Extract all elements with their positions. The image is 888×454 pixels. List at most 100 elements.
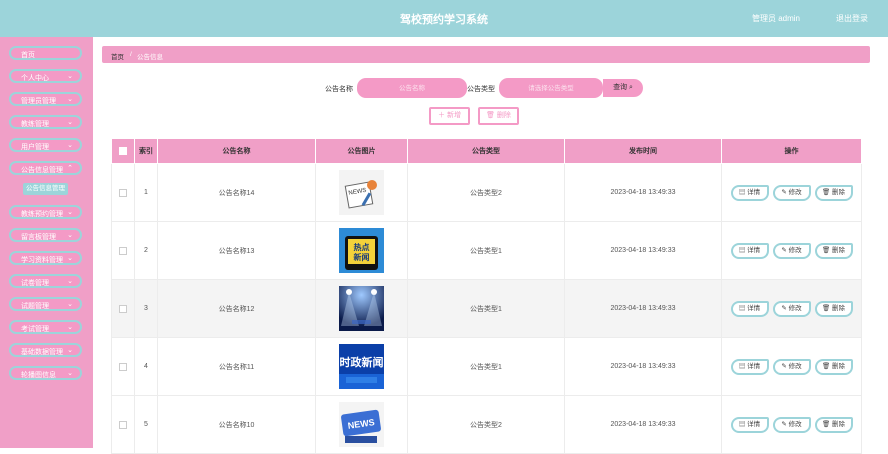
- sidebar-item-notice[interactable]: 公告信息管理 ⌃: [9, 161, 82, 175]
- current-user: 管理员 admin: [751, 14, 800, 23]
- news-key-icon: NEWS: [316, 402, 407, 447]
- edit-button[interactable]: ✎ 修改: [772, 300, 811, 317]
- chevron-down-icon: ⌄: [67, 209, 73, 216]
- svg-text:新闻: 新闻: [354, 252, 370, 262]
- edit-button[interactable]: ✎ 修改: [772, 184, 811, 201]
- breadcrumb: 首页 / 公告信息: [102, 46, 870, 63]
- chevron-down-icon: ⌄: [67, 142, 73, 149]
- sidebar-item-basic-data[interactable]: 基础数据管理 ⌄: [9, 343, 82, 357]
- notice-name-label: 公告名称: [325, 86, 353, 93]
- table-row: 1 公告名称14 NEWS 公告类型2 2023-04-18 13:49:33 ▤ 详情 ✎…: [111, 163, 862, 222]
- row-time: 2023-04-18 13:49:33: [564, 221, 722, 280]
- sidebar-item-messages[interactable]: 留言板管理 ⌄: [9, 228, 82, 242]
- notice-name-input[interactable]: [357, 78, 467, 98]
- row-checkbox[interactable]: [111, 163, 135, 222]
- sidebar-item-profile[interactable]: 个人中心 ⌄: [9, 69, 82, 83]
- header-type[interactable]: 公告类型: [407, 138, 565, 164]
- political-news-icon: 时政新闻: [316, 344, 407, 389]
- detail-button[interactable]: ▤ 详情: [730, 358, 769, 375]
- table-row: 2 公告名称13 热点 新闻 公告类型1 2023-04-18 13:49:33 ▤ 详情 ✎…: [111, 221, 862, 280]
- row-image: 时政新闻: [315, 337, 408, 396]
- sidebar-item-questions[interactable]: 试题管理 ⌄: [9, 297, 82, 311]
- row-index: 4: [134, 337, 158, 396]
- news-clipboard-icon: NEWS: [316, 170, 407, 215]
- sidebar-item-papers[interactable]: 试卷管理 ⌄: [9, 274, 82, 288]
- table-row: 3 公告名称12 公告类型1 2023-04-18 13:49:33 ▤ 详情 ✎ 修改 🗑…: [111, 279, 862, 338]
- row-type: 公告类型2: [407, 163, 565, 222]
- row-type: 公告类型1: [407, 337, 565, 396]
- chevron-down-icon: ⌄: [67, 73, 73, 80]
- breadcrumb-home[interactable]: 首页: [111, 51, 124, 61]
- header-time[interactable]: 发布时间: [564, 138, 722, 164]
- stage-lights-icon: [316, 286, 407, 331]
- header-actions: 操作: [721, 138, 862, 164]
- row-time: 2023-04-18 13:49:33: [564, 337, 722, 396]
- row-name: 公告名称10: [157, 395, 316, 454]
- header-image: 公告图片: [315, 138, 408, 164]
- hot-news-phone-icon: 热点 新闻: [316, 228, 407, 273]
- row-actions: ▤ 详情 ✎ 修改 🗑 删除: [721, 221, 862, 280]
- row-image: [315, 279, 408, 338]
- detail-button[interactable]: ▤ 详情: [730, 184, 769, 201]
- sidebar-item-admin[interactable]: 管理员管理 ⌄: [9, 92, 82, 106]
- row-actions: ▤ 详情 ✎ 修改 🗑 删除: [721, 337, 862, 396]
- delete-button[interactable]: 🗑 删除: [814, 184, 853, 201]
- row-index: 1: [134, 163, 158, 222]
- detail-button[interactable]: ▤ 详情: [730, 416, 769, 433]
- row-name: 公告名称13: [157, 221, 316, 280]
- sidebar-item-exams[interactable]: 考试管理 ⌄: [9, 320, 82, 334]
- chevron-down-icon: ⌄: [67, 232, 73, 239]
- sidebar-item-home[interactable]: 首页: [9, 46, 82, 60]
- detail-button[interactable]: ▤ 详情: [730, 300, 769, 317]
- table-row: 5 公告名称10 NEWS 公告类型2 2023-04-18 13:49:33 ▤ 详情 ✎…: [111, 395, 862, 454]
- logout-link[interactable]: 退出登录: [836, 13, 868, 24]
- row-actions: ▤ 详情 ✎ 修改 🗑 删除: [721, 395, 862, 454]
- edit-button[interactable]: ✎ 修改: [772, 242, 811, 259]
- chevron-down-icon: ⌄: [67, 255, 73, 262]
- search-button[interactable]: 查询 ⌕: [603, 79, 643, 97]
- row-time: 2023-04-18 13:49:33: [564, 163, 722, 222]
- sidebar-item-materials[interactable]: 学习资料管理 ⌄: [9, 251, 82, 265]
- row-time: 2023-04-18 13:49:33: [564, 395, 722, 454]
- row-name: 公告名称14: [157, 163, 316, 222]
- breadcrumb-current: 公告信息: [137, 54, 163, 61]
- row-image: NEWS: [315, 163, 408, 222]
- row-name: 公告名称12: [157, 279, 316, 338]
- row-checkbox[interactable]: [111, 221, 135, 280]
- detail-button[interactable]: ▤ 详情: [730, 242, 769, 259]
- delete-button[interactable]: 🗑 删除: [814, 242, 853, 259]
- edit-button[interactable]: ✎ 修改: [772, 358, 811, 375]
- batch-delete-button[interactable]: 🗑 删除: [478, 107, 519, 125]
- sidebar-item-booking[interactable]: 教练预约管理 ⌄: [9, 205, 82, 219]
- chevron-down-icon: ⌄: [67, 96, 73, 103]
- add-button[interactable]: ＋ 新增: [429, 107, 470, 125]
- edit-button[interactable]: ✎ 修改: [772, 416, 811, 433]
- sidebar-subitem-notice[interactable]: 公告信息管理: [23, 183, 68, 195]
- sidebar-item-coach[interactable]: 教练管理 ⌄: [9, 115, 82, 129]
- svg-text:时政新闻: 时政新闻: [340, 355, 384, 369]
- top-bar: 驾校预约学习系统 管理员 admin 退出登录: [0, 0, 888, 37]
- chevron-up-icon: ⌃: [67, 165, 73, 172]
- header-name[interactable]: 公告名称: [157, 138, 316, 164]
- chevron-down-icon: ⌄: [67, 119, 73, 126]
- sidebar-item-users[interactable]: 用户管理 ⌄: [9, 138, 82, 152]
- row-checkbox[interactable]: [111, 337, 135, 396]
- notice-type-select[interactable]: [499, 78, 603, 98]
- select-all-checkbox[interactable]: [111, 138, 135, 164]
- delete-button[interactable]: 🗑 删除: [814, 358, 853, 375]
- row-index: 3: [134, 279, 158, 338]
- row-image: 热点 新闻: [315, 221, 408, 280]
- delete-button[interactable]: 🗑 删除: [814, 300, 853, 317]
- row-actions: ▤ 详情 ✎ 修改 🗑 删除: [721, 279, 862, 338]
- chevron-down-icon: ⌄: [67, 324, 73, 331]
- row-checkbox[interactable]: [111, 395, 135, 454]
- row-time: 2023-04-18 13:49:33: [564, 279, 722, 338]
- notice-type-label: 公告类型: [467, 86, 495, 93]
- row-name: 公告名称11: [157, 337, 316, 396]
- sidebar-item-carousel[interactable]: 轮播图信息 ⌄: [9, 366, 82, 380]
- delete-button[interactable]: 🗑 删除: [814, 416, 853, 433]
- row-checkbox[interactable]: [111, 279, 135, 338]
- row-type: 公告类型2: [407, 395, 565, 454]
- row-type: 公告类型1: [407, 221, 565, 280]
- table-header-row: 索引 公告名称 公告图片 公告类型 发布时间 操作: [111, 138, 862, 164]
